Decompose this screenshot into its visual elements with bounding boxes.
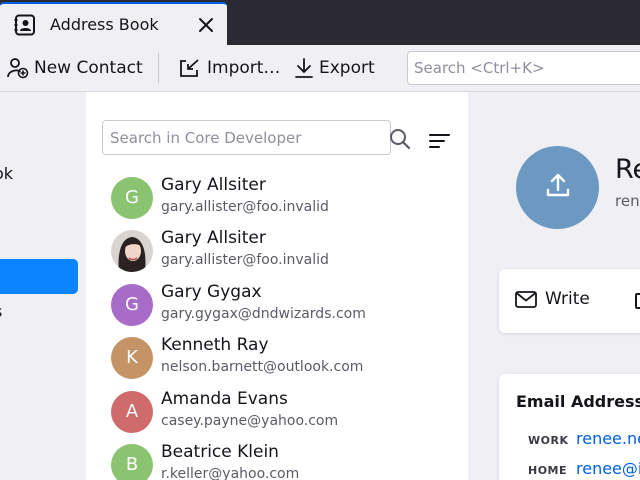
contact-search-placeholder: Search in Core Developer bbox=[110, 129, 302, 147]
add-contact-icon bbox=[7, 58, 29, 79]
toolbar: New Contact Import… Export Search <Ctrl+… bbox=[0, 45, 640, 92]
email-addresses-card: Email Addresses WORK renee.ne HOME renee… bbox=[499, 374, 640, 480]
sort-icon[interactable] bbox=[429, 132, 451, 150]
event-icon[interactable] bbox=[635, 293, 640, 309]
tab-strip: Address Book bbox=[0, 0, 640, 45]
download-icon bbox=[295, 58, 313, 78]
contact-name: Beatrice Klein bbox=[161, 442, 279, 462]
contact-row[interactable]: B Beatrice Klein r.keller@yahoo.com bbox=[102, 440, 452, 480]
new-contact-label: New Contact bbox=[34, 58, 143, 78]
email-addresses-heading: Email Addresses bbox=[516, 392, 640, 411]
write-button[interactable]: Write bbox=[515, 289, 590, 309]
email-type-label: HOME bbox=[528, 464, 568, 477]
avatar-photo bbox=[111, 230, 153, 272]
book-item[interactable]: ok bbox=[0, 164, 13, 183]
export-label: Export bbox=[319, 58, 375, 78]
contact-email: gary.allister@foo.invalid bbox=[161, 199, 329, 215]
import-icon bbox=[180, 59, 199, 77]
new-contact-button[interactable]: New Contact bbox=[7, 45, 143, 91]
avatar: G bbox=[111, 284, 153, 326]
avatar: K bbox=[111, 337, 153, 379]
global-search-input[interactable]: Search <Ctrl+K> bbox=[407, 51, 640, 85]
write-label: Write bbox=[545, 289, 590, 309]
contact-name: Gary Allsiter bbox=[161, 175, 266, 195]
contact-name: Kenneth Ray bbox=[161, 335, 269, 355]
email-link[interactable]: renee@i bbox=[576, 459, 640, 478]
contact-display-name: Re bbox=[615, 154, 640, 185]
book-item[interactable]: s bbox=[0, 302, 2, 321]
contact-name: Amanda Evans bbox=[161, 389, 288, 409]
upload-icon bbox=[546, 173, 570, 197]
contact-row[interactable]: K Kenneth Ray nelson.barnett@outlook.com bbox=[102, 333, 452, 383]
search-icon bbox=[390, 129, 411, 150]
close-icon[interactable] bbox=[196, 15, 216, 35]
tab-title: Address Book bbox=[50, 15, 159, 34]
contact-search-input[interactable]: Search in Core Developer bbox=[102, 120, 411, 155]
toolbar-separator bbox=[158, 53, 159, 83]
contact-email: casey.payne@yahoo.com bbox=[161, 413, 339, 429]
email-row: HOME renee@i bbox=[528, 459, 640, 478]
contact-actions-card: Write bbox=[499, 269, 640, 333]
contact-row[interactable]: G Gary Gygax gary.gygax@dndwizards.com bbox=[102, 280, 452, 330]
email-row: WORK renee.ne bbox=[528, 429, 640, 448]
export-button[interactable]: Export bbox=[294, 45, 375, 91]
contact-email: gary.allister@foo.invalid bbox=[161, 252, 329, 268]
book-item-selected[interactable] bbox=[0, 259, 78, 294]
avatar: G bbox=[111, 177, 153, 219]
avatar: A bbox=[111, 391, 153, 433]
import-button[interactable]: Import… bbox=[178, 45, 280, 91]
contact-detail-pane: Re ren Write Email Addresses WORK renee.… bbox=[468, 92, 640, 480]
avatar: B bbox=[111, 444, 153, 480]
contact-name: Gary Gygax bbox=[161, 282, 262, 302]
email-link[interactable]: renee.ne bbox=[576, 429, 640, 448]
contact-photo-upload[interactable] bbox=[516, 146, 599, 229]
envelope-icon bbox=[515, 290, 537, 308]
contact-email: r.keller@yahoo.com bbox=[161, 466, 300, 480]
email-type-label: WORK bbox=[528, 434, 569, 447]
contact-row[interactable]: A Amanda Evans casey.payne@yahoo.com bbox=[102, 387, 452, 437]
contact-email: gary.gygax@dndwizards.com bbox=[161, 306, 366, 322]
address-book-icon bbox=[14, 14, 35, 36]
import-label: Import… bbox=[207, 58, 281, 78]
contact-subtitle: ren bbox=[615, 192, 640, 210]
contact-name: Gary Allsiter bbox=[161, 228, 266, 248]
contact-email: nelson.barnett@outlook.com bbox=[161, 359, 364, 375]
contact-row[interactable]: G Gary Allsiter gary.allister@foo.invali… bbox=[102, 173, 452, 223]
contact-list-pane: Search in Core Developer G Gary Allsiter… bbox=[86, 92, 468, 480]
address-books-pane: ok s bbox=[0, 92, 86, 480]
contact-row[interactable]: Gary Allsiter gary.allister@foo.invalid bbox=[102, 226, 452, 276]
tab-address-book[interactable]: Address Book bbox=[0, 2, 227, 45]
